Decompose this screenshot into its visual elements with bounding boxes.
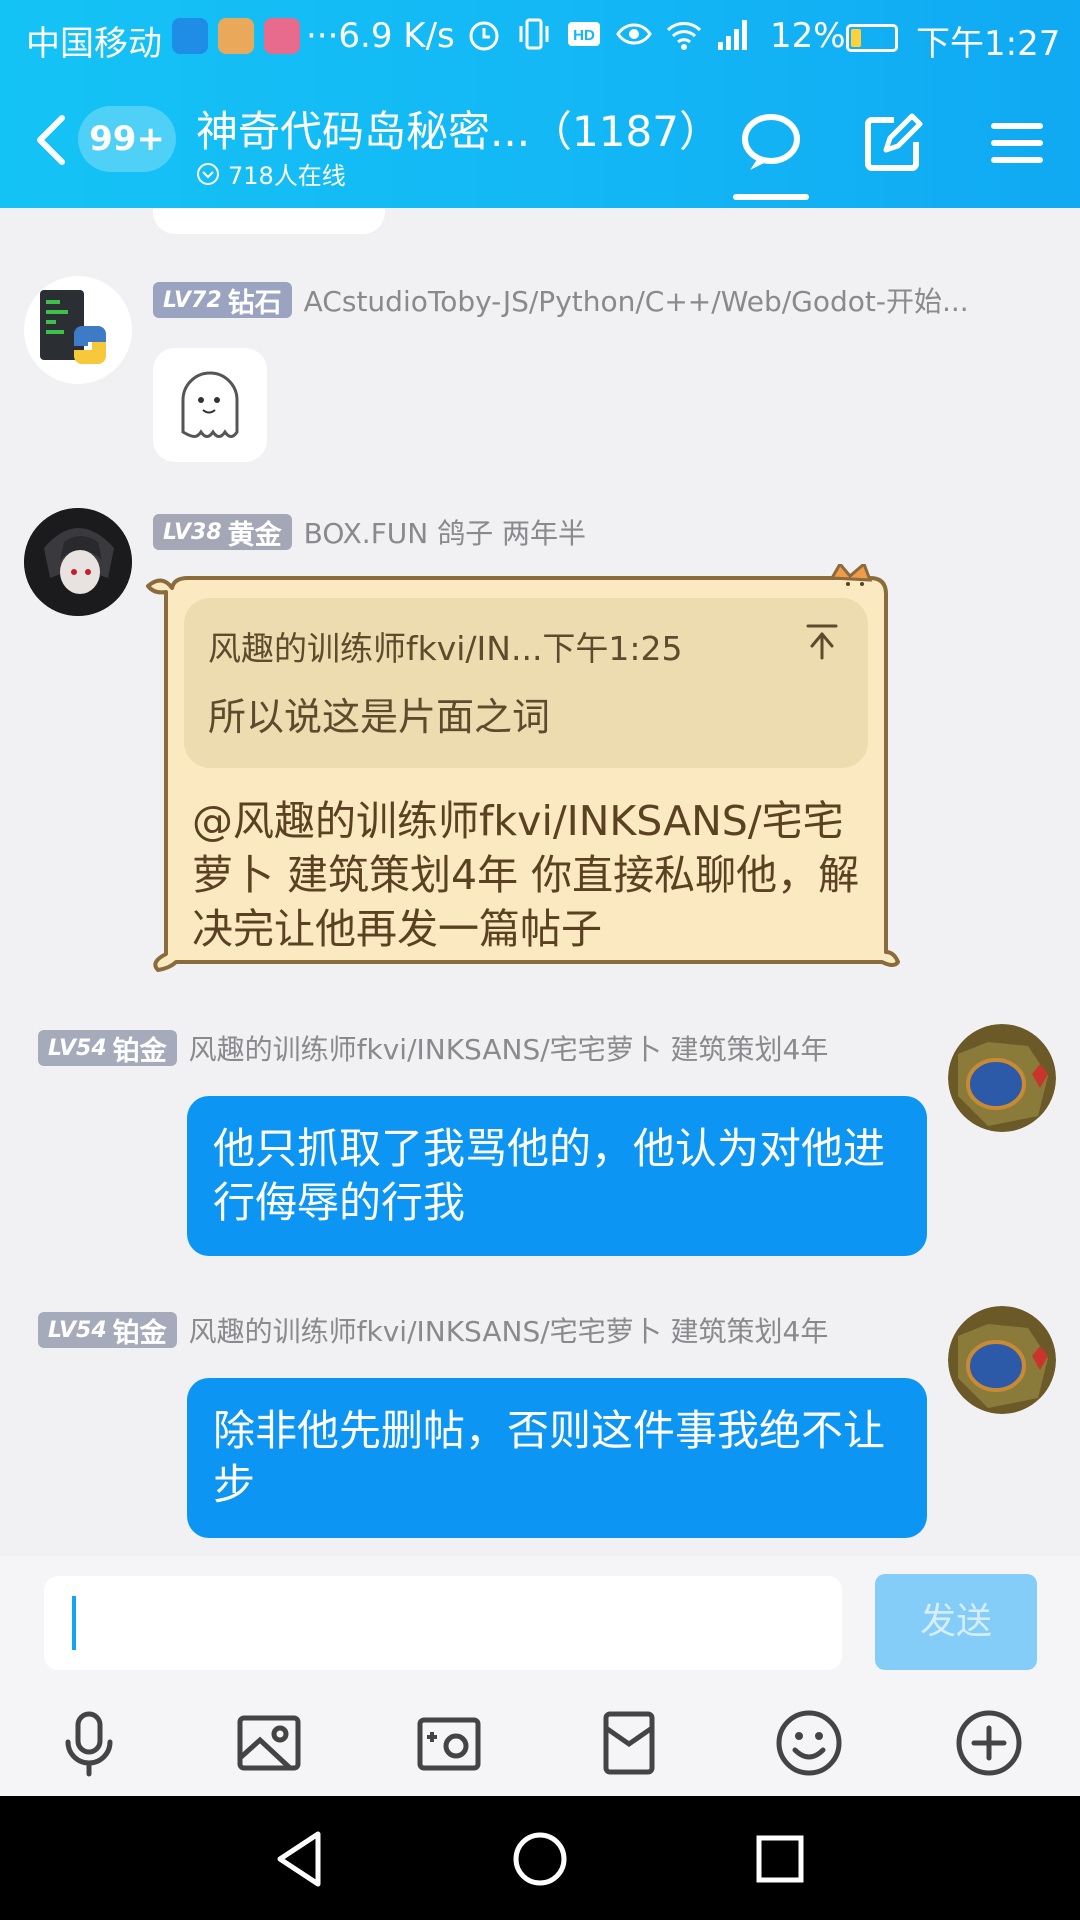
online-count: 718人在线 <box>228 162 346 190</box>
system-icons: HD <box>466 14 752 54</box>
jump-to-quote-icon[interactable] <box>804 622 840 660</box>
map-avatar-icon <box>948 1306 1056 1414</box>
sender-meta: LV54 铂金 风趣的训练师fkvi/INKSANS/宅宅萝卜 建筑策划4年 <box>38 1310 828 1350</box>
python-logo-icon <box>40 290 106 364</box>
unread-badge[interactable]: 99+ <box>78 106 176 172</box>
red-packet-icon[interactable] <box>592 1706 666 1780</box>
quoted-message[interactable]: 风趣的训练师fkvi/IN...下午1:25 所以说这是片面之词 <box>184 598 868 768</box>
eye-icon <box>616 23 652 45</box>
vibrate-icon <box>519 18 549 50</box>
emoji-icon[interactable] <box>772 1706 846 1780</box>
edit-icon[interactable] <box>858 108 928 178</box>
chat-area[interactable]: LV72 钻石 ACstudioToby-JS/Python/C++/Web/Go… <box>0 208 1080 1556</box>
header: 中国移动 ···6.9 K/s HD 12% 下午1:27 99+ 神奇代码岛秘… <box>0 0 1080 208</box>
status-bar: 中国移动 ···6.9 K/s HD 12% 下午1:27 <box>0 0 1080 76</box>
input-area: 发送 <box>0 1556 1080 1796</box>
quote-author-time: 风趣的训练师fkvi/IN...下午1:25 <box>208 629 683 668</box>
recents-square-icon[interactable] <box>745 1824 815 1894</box>
avatar[interactable] <box>24 276 132 384</box>
back-arrow-icon[interactable] <box>28 110 74 170</box>
active-tab-indicator <box>733 194 809 200</box>
send-button[interactable]: 发送 <box>875 1574 1037 1670</box>
chevron-circle-icon <box>197 162 219 185</box>
sender-name[interactable]: ACstudioToby-JS/Python/C++/Web/Godot-开始.… <box>304 280 969 320</box>
sender-name[interactable]: BOX.FUN 鸽子 两年半 <box>304 512 586 552</box>
system-nav-bar <box>0 1796 1080 1920</box>
svg-text:HD: HD <box>573 27 595 44</box>
group-title[interactable]: 神奇代码岛秘密...（1187） <box>196 98 721 159</box>
sticker-message[interactable] <box>153 348 267 462</box>
self-avatar[interactable] <box>948 1024 1056 1132</box>
sender-meta: LV72 钻石 ACstudioToby-JS/Python/C++/Web/Go… <box>153 280 969 320</box>
text-caret <box>72 1596 76 1650</box>
wifi-icon <box>666 22 702 50</box>
quote-text: 所以说这是片面之词 <box>208 695 551 739</box>
camera-icon[interactable] <box>412 1706 486 1780</box>
message-input[interactable] <box>44 1576 842 1670</box>
battery-percent: 12% <box>770 16 846 56</box>
mic-icon[interactable] <box>52 1706 126 1780</box>
previous-message-bubble[interactable] <box>153 208 385 234</box>
app-notification-icon <box>172 18 208 54</box>
chat-bubble-icon[interactable] <box>736 108 806 178</box>
menu-icon[interactable] <box>982 108 1052 178</box>
sender-meta: LV38 黄金 BOX.FUN 鸽子 两年半 <box>153 512 586 552</box>
alarm-icon <box>469 21 499 51</box>
level-badge: LV54 铂金 <box>38 1030 177 1067</box>
self-avatar[interactable] <box>948 1306 1056 1414</box>
sender-name[interactable]: 风趣的训练师fkvi/INKSANS/宅宅萝卜 建筑策划4年 <box>189 1028 829 1068</box>
self-message-bubble[interactable]: 除非他先删帖，否则这件事我绝不让步 <box>187 1378 927 1538</box>
clock: 下午1:27 <box>916 24 1061 64</box>
video-notification-icon <box>218 18 254 54</box>
social-notification-icon <box>264 18 300 54</box>
battery-icon <box>846 24 898 52</box>
level-badge: LV54 铂金 <box>38 1312 177 1349</box>
signal-icon <box>718 20 747 50</box>
network-speed: ···6.9 K/s <box>306 16 455 56</box>
map-avatar-icon <box>948 1024 1056 1132</box>
carrier-label: 中国移动 <box>26 24 162 64</box>
back-triangle-icon[interactable] <box>266 1824 336 1894</box>
level-badge: LV38 黄金 <box>153 514 292 551</box>
level-badge: LV72 钻石 <box>153 282 292 319</box>
image-icon[interactable] <box>232 1706 306 1780</box>
hd-icon: HD <box>568 22 600 46</box>
plus-icon[interactable] <box>952 1706 1026 1780</box>
online-status[interactable]: 718人在线 <box>196 156 346 191</box>
sender-meta: LV54 铂金 风趣的训练师fkvi/INKSANS/宅宅萝卜 建筑策划4年 <box>38 1028 828 1068</box>
home-circle-icon[interactable] <box>505 1824 575 1894</box>
sender-name[interactable]: 风趣的训练师fkvi/INKSANS/宅宅萝卜 建筑策划4年 <box>189 1310 829 1350</box>
notification-icons <box>172 18 300 54</box>
message-text: @风趣的训练师fkvi/INKSANS/宅宅萝卜 建筑策划4年 你直接私聊他，解… <box>192 797 860 953</box>
anime-avatar-icon <box>24 508 132 616</box>
self-message-bubble[interactable]: 他只抓取了我骂他的，他认为对他进行侮辱的行我 <box>187 1096 927 1256</box>
ghost-sticker-icon <box>181 371 239 438</box>
avatar[interactable] <box>24 508 132 616</box>
